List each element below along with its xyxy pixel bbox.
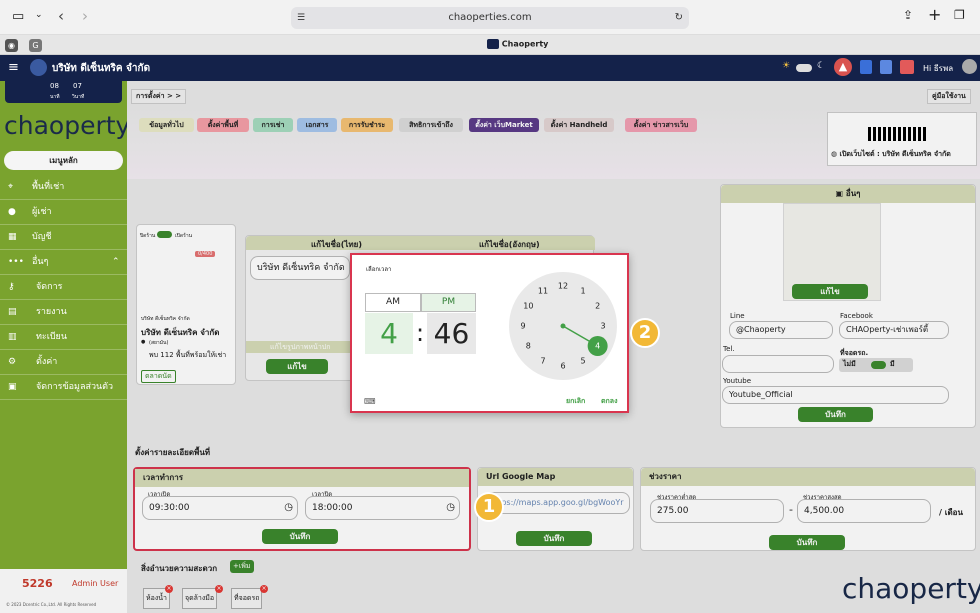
sidebar-item-label: ทะเบียน — [36, 332, 67, 342]
main-menu-button[interactable]: เมนูหลัก — [4, 151, 123, 170]
clock-number-8[interactable]: 8 — [526, 342, 531, 351]
keyboard-icon[interactable]: ⌨ — [364, 397, 376, 406]
clock-number-9[interactable]: 9 — [520, 322, 525, 331]
sidebar-item-label: รายงาน — [36, 307, 67, 317]
footer-user: Admin User — [72, 579, 119, 588]
sidebar-item-account[interactable]: ▦ บัญชี — [0, 225, 127, 250]
sidebar-footer: 5226 Admin User © 2023 Dcentric Co.,Ltd.… — [0, 569, 127, 613]
page-settings-icon[interactable]: ☰ — [297, 7, 305, 29]
step-badge-1: 1 — [474, 492, 504, 522]
sidebar-item-label: จัดการข้อมูลส่วนตัว — [36, 382, 114, 392]
clock-number-10[interactable]: 10 — [523, 302, 533, 311]
chevron-up-icon: ⌃ — [112, 257, 120, 267]
clock-number-5[interactable]: 5 — [580, 356, 585, 365]
tab-strip: ◉ G Chaoperty — [0, 35, 980, 55]
back-icon[interactable]: ‹ — [58, 7, 64, 25]
reload-icon[interactable]: ↻ — [675, 7, 683, 29]
sidebar-item-tenant[interactable]: ● ผู้เช่า — [0, 200, 127, 225]
company-logo — [30, 59, 47, 76]
user-greeting[interactable]: Hi ธีรพล — [923, 62, 953, 75]
step-badge-2: 2 — [630, 318, 660, 348]
address-bar[interactable]: ☰ chaoperties.com ↻ — [291, 7, 689, 29]
report-icon: ▤ — [8, 307, 17, 317]
register-icon: ▥ — [8, 332, 17, 342]
chaoperty-favicon-icon — [487, 39, 499, 49]
time-picker-title: เลือกเวลา — [366, 266, 392, 273]
clock-number-3[interactable]: 3 — [600, 322, 605, 331]
chevron-down-icon[interactable]: ⌄ — [35, 10, 43, 20]
sidebar-item-register[interactable]: ▥ ทะเบียน — [0, 325, 127, 350]
clock-widget: 08 07 นาที วินาที — [5, 81, 122, 103]
clock-number-1[interactable]: 1 — [580, 287, 585, 296]
am-toggle[interactable]: AM — [365, 293, 421, 312]
app-header: ≡ บริษัท ดีเซ็นทริค จำกัด ☀ ☾ ▲ Hi ธีรพล — [0, 55, 980, 81]
tabs-overview-icon[interactable]: ❐ — [954, 8, 965, 22]
sidebar-item-label: บัญชี — [32, 232, 52, 242]
clock-number-2[interactable]: 2 — [595, 302, 600, 311]
ok-button[interactable]: ตกลง — [601, 396, 618, 407]
sidebar-item-label: ตั้งค่า — [36, 357, 58, 367]
theme-toggle[interactable] — [796, 64, 812, 72]
avatar[interactable] — [962, 59, 977, 74]
time-picker-dialog: เลือกเวลา AM PM 4 : 46 12 1 2 3 4 5 6 7 8 9 10 11 ⌨… — [350, 253, 629, 413]
clock-number-7[interactable]: 7 — [540, 356, 545, 365]
clock-number-11[interactable]: 11 — [538, 287, 548, 296]
forward-icon[interactable]: › — [82, 7, 88, 25]
moon-icon: ☾ — [817, 61, 826, 71]
hamburger-menu-icon[interactable]: ≡ — [8, 60, 19, 75]
hour-field[interactable]: 4 — [365, 313, 413, 354]
person-icon: ● — [8, 207, 16, 217]
clock-number-6[interactable]: 6 — [560, 362, 565, 371]
clock-number-12[interactable]: 12 — [558, 282, 568, 291]
clock-seconds: 07 — [73, 82, 82, 90]
app-icon-1[interactable] — [860, 60, 872, 74]
seconds-label: วินาที — [72, 94, 85, 100]
clock-face[interactable]: 12 1 2 3 4 5 6 7 8 9 10 11 — [509, 272, 617, 380]
share-icon[interactable]: ⇪ — [903, 8, 913, 22]
sidebar: 08 07 นาที วินาที chaoperty เมนูหลัก ⌖ พื… — [0, 81, 131, 613]
sun-icon: ☀ — [782, 61, 791, 71]
app-icon-2[interactable] — [880, 60, 892, 74]
new-tab-icon[interactable]: + — [928, 5, 941, 24]
sidebar-item-label: จัดการ — [36, 282, 63, 292]
sidebar-item-label: พื้นที่เช่า — [32, 182, 65, 192]
tab-title: Chaoperty — [501, 39, 549, 49]
sidebar-item-label: ผู้เช่า — [32, 207, 52, 217]
dots-icon: ••• — [8, 257, 24, 267]
pm-toggle[interactable]: PM — [421, 293, 476, 312]
minute-field[interactable]: 46 — [427, 313, 476, 354]
key-icon: ⚷ — [8, 282, 15, 292]
copyright: © 2023 Dcentric Co.,Ltd. All Rights Rese… — [6, 602, 97, 607]
warning-icon[interactable]: ▲ — [834, 58, 852, 76]
flag-icon[interactable] — [900, 60, 914, 74]
clock-number-4[interactable]: 4 — [595, 342, 600, 351]
cancel-button[interactable]: ยกเลิก — [566, 396, 585, 407]
tab-favicon-icon[interactable]: ◉ — [5, 39, 18, 52]
clock-minutes: 08 — [50, 82, 59, 90]
profile-icon: ▣ — [8, 382, 17, 392]
gear-icon: ⚙ — [8, 357, 17, 367]
company-name: บริษัท ดีเซ็นทริค จำกัด — [52, 63, 151, 74]
browser-toolbar: ▭ ⌄ ‹ › ☰ chaoperties.com ↻ ⇪ + ❐ — [0, 0, 980, 35]
sidebar-item-settings[interactable]: ⚙ ตั้งค่า — [0, 350, 127, 375]
pin-icon: ⌖ — [8, 182, 14, 192]
sidebar-item-report[interactable]: ▤ รายงาน — [0, 300, 127, 325]
tab-favicon-icon[interactable]: G — [29, 39, 42, 52]
logo: chaoperty — [4, 111, 131, 140]
sidebar-item-others[interactable]: ••• อื่นๆ ⌃ — [0, 250, 127, 275]
time-colon: : — [415, 319, 425, 347]
sidebar-toggle-icon[interactable]: ▭ — [12, 9, 24, 24]
active-tab[interactable]: Chaoperty — [487, 39, 548, 49]
calendar-icon: ▦ — [8, 232, 17, 242]
sidebar-item-manage[interactable]: ⚷ จัดการ — [0, 275, 127, 300]
footer-code: 5226 — [22, 577, 53, 590]
sidebar-item-profile[interactable]: ▣ จัดการข้อมูลส่วนตัว — [0, 375, 127, 400]
url-text: chaoperties.com — [448, 12, 532, 23]
sidebar-item-label: อื่นๆ — [32, 257, 49, 267]
sidebar-item-rental-space[interactable]: ⌖ พื้นที่เช่า — [0, 175, 127, 200]
minutes-label: นาที — [50, 94, 60, 100]
